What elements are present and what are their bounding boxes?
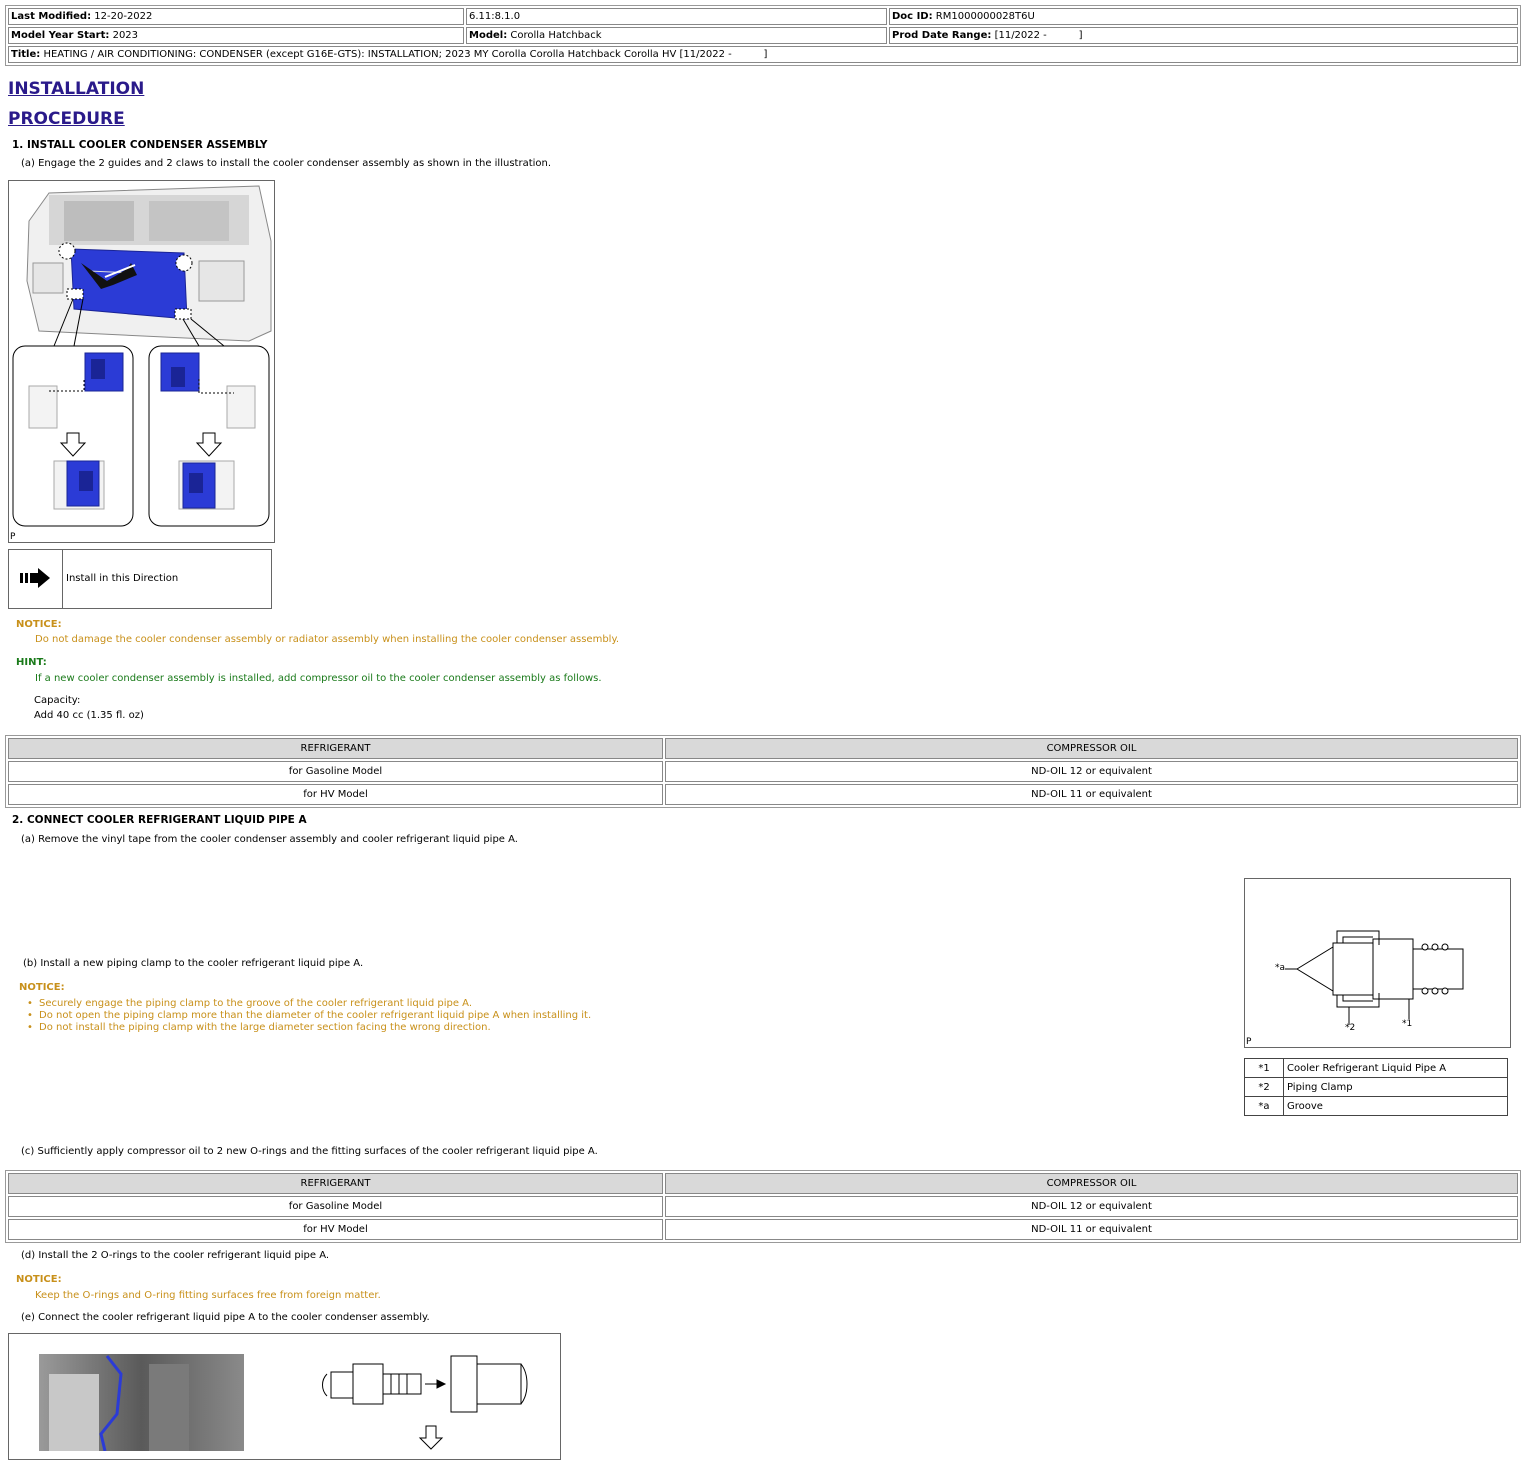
table-header-refrigerant: REFRIGERANT [8,738,663,759]
step2-a-text: (a) Remove the vinyl tape from the coole… [21,834,518,845]
legend-row: *1 Cooler Refrigerant Liquid Pipe A [1244,1058,1508,1078]
step2-d-text: (d) Install the 2 O-rings to the cooler … [21,1250,330,1261]
legend-key: *a [1244,1096,1284,1116]
notice-text: Do not damage the cooler condenser assem… [35,634,620,645]
hint-text: If a new cooler condenser assembly is in… [35,673,602,684]
table-row: for HV Model ND-OIL 11 or equivalent [8,1219,1518,1240]
installation-heading[interactable]: INSTALLATION [8,79,144,99]
model-value: Corolla Hatchback [510,30,602,41]
doc-id-label: Doc ID: [892,11,933,22]
notice-item: Securely engage the piping clamp to the … [19,998,591,1010]
procedure-heading[interactable]: PROCEDURE [8,109,125,129]
callout-groove: *a [1275,963,1286,973]
step2-c-text: (c) Sufficiently apply compressor oil to… [21,1146,598,1157]
callout-liquid-pipe: *1 [1402,1019,1413,1029]
title-cell: Title: HEATING / AIR CONDITIONING: CONDE… [8,46,1518,63]
table-cell: for HV Model [8,1219,663,1240]
table-cell: ND-OIL 11 or equivalent [665,1219,1518,1240]
figure-mark: P [10,532,16,542]
legend-row: *a Groove [1244,1096,1508,1116]
compressor-oil-table-1: REFRIGERANT COMPRESSOR OIL for Gasoline … [5,735,1521,808]
title-value: HEATING / AIR CONDITIONING: CONDENSER (e… [43,49,768,60]
step1-a-text: (a) Engage the 2 guides and 2 claws to i… [21,158,552,169]
condenser-illustration-svg [12,185,272,527]
step2-b-notice-list: Securely engage the piping clamp to the … [19,998,591,1034]
liquid-pipe-connect-illustration [8,1333,561,1460]
model-year-label: Model Year Start: [11,30,110,41]
last-modified-label: Last Modified: [11,11,92,22]
legend-key: *2 [1244,1077,1284,1097]
figure-mark: P [1246,1037,1252,1047]
step2-d-notice-label: NOTICE: [16,1274,62,1285]
compressor-oil-table-2: REFRIGERANT COMPRESSOR OIL for Gasoline … [5,1170,1521,1243]
model-year-value: 2023 [112,30,139,41]
capacity-label: Capacity: [34,695,81,706]
step2-e-text: (e) Connect the cooler refrigerant liqui… [21,1312,430,1323]
legend-direction-text: Install in this Direction [66,573,179,584]
capacity-value: Add 40 cc (1.35 fl. oz) [34,710,144,721]
document-header: Last Modified: 12-20-2022 6.11:8.1.0 Doc… [5,5,1521,66]
table-header-compressor-oil: COMPRESSOR OIL [665,738,1518,759]
table-cell: for Gasoline Model [8,1196,663,1217]
table-cell: for Gasoline Model [8,761,663,782]
title-label: Title: [11,49,41,60]
doc-id-value: RM1000000028T6U [935,11,1035,22]
piping-clamp-illustration: *a *2 *1 P [1244,878,1511,1048]
hint-label: HINT: [16,657,47,668]
prod-date-label: Prod Date Range: [892,30,992,41]
direction-legend: Install in this Direction [8,549,272,609]
callout-piping-clamp: *2 [1345,1023,1356,1033]
version-value: 6.11:8.1.0 [469,11,521,22]
condenser-install-illustration: P [8,180,275,543]
table-cell: ND-OIL 11 or equivalent [665,784,1518,805]
direction-arrow-cell [9,550,63,608]
step2-b-notice-label: NOTICE: [19,982,65,993]
table-cell: ND-OIL 12 or equivalent [665,761,1518,782]
table-header-compressor-oil: COMPRESSOR OIL [665,1173,1518,1194]
notice-item: Do not open the piping clamp more than t… [19,1010,591,1022]
model-cell: Model: Corolla Hatchback [466,27,887,44]
prod-date-value: [11/2022 - ] [994,30,1083,41]
table-cell: for HV Model [8,784,663,805]
model-label: Model: [469,30,508,41]
legend-key: *1 [1244,1058,1284,1078]
liquid-pipe-svg [39,1354,528,1454]
prod-date-cell: Prod Date Range: [11/2022 - ] [889,27,1518,44]
last-modified-value: 12-20-2022 [94,11,153,22]
version-cell: 6.11:8.1.0 [466,8,887,25]
legend-desc: Cooler Refrigerant Liquid Pipe A [1283,1058,1508,1078]
notice-label: NOTICE: [16,619,62,630]
step2-b-text: (b) Install a new piping clamp to the co… [23,958,364,969]
install-direction-arrow-icon [20,568,50,588]
table-row: for HV Model ND-OIL 11 or equivalent [8,784,1518,805]
last-modified-cell: Last Modified: 12-20-2022 [8,8,464,25]
model-year-cell: Model Year Start: 2023 [8,27,464,44]
legend-row: *2 Piping Clamp [1244,1077,1508,1097]
table-row: for Gasoline Model ND-OIL 12 or equivale… [8,761,1518,782]
step2-d-notice-text: Keep the O-rings and O-ring fitting surf… [35,1290,381,1301]
notice-item: Do not install the piping clamp with the… [19,1022,591,1034]
legend-desc: Groove [1283,1096,1508,1116]
doc-id-cell: Doc ID: RM1000000028T6U [889,8,1518,25]
step2-title: 2. CONNECT COOLER REFRIGERANT LIQUID PIP… [12,814,307,826]
table-cell: ND-OIL 12 or equivalent [665,1196,1518,1217]
legend-desc: Piping Clamp [1283,1077,1508,1097]
step1-title: 1. INSTALL COOLER CONDENSER ASSEMBLY [12,139,268,151]
clamp-legend-table: *1 Cooler Refrigerant Liquid Pipe A *2 P… [1244,1058,1508,1116]
table-row: for Gasoline Model ND-OIL 12 or equivale… [8,1196,1518,1217]
table-header-refrigerant: REFRIGERANT [8,1173,663,1194]
